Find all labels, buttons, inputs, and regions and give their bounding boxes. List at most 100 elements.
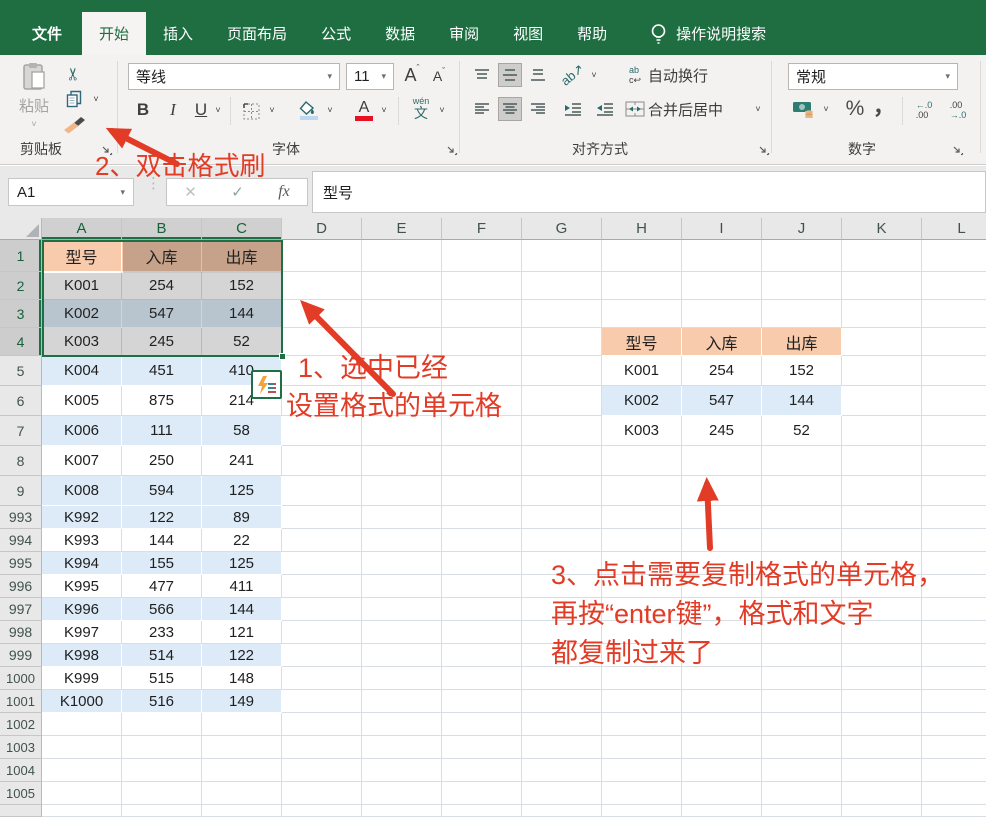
cell-J1001[interactable] (762, 690, 842, 713)
column-header-E[interactable]: E (362, 218, 442, 240)
cell-E1000[interactable] (362, 667, 442, 690)
cell-A1002[interactable] (42, 713, 122, 736)
cell-K1002[interactable] (842, 713, 922, 736)
cell-L5[interactable] (922, 356, 986, 386)
cell-I1003[interactable] (682, 736, 762, 759)
cell-H3[interactable] (602, 300, 682, 328)
cell-A997[interactable]: K996 (42, 598, 122, 621)
cell-I993[interactable] (682, 506, 762, 529)
column-header-I[interactable]: I (682, 218, 762, 240)
cell-G6[interactable] (522, 386, 602, 416)
cell-C996[interactable]: 411 (202, 575, 282, 598)
cell-K5[interactable] (842, 356, 922, 386)
cell-A1000[interactable]: K999 (42, 667, 122, 690)
cell-G7[interactable] (522, 416, 602, 446)
cell-B1001[interactable]: 516 (122, 690, 202, 713)
cell-A994[interactable]: K993 (42, 529, 122, 552)
cell-Lx[interactable] (922, 805, 986, 817)
row-header-9[interactable]: 9 (0, 476, 42, 506)
cancel-icon[interactable]: ✕ (184, 183, 197, 201)
cell-F1001[interactable] (442, 690, 522, 713)
cell-K1004[interactable] (842, 759, 922, 782)
cell-K1001[interactable] (842, 690, 922, 713)
cell-B1004[interactable] (122, 759, 202, 782)
cell-H1003[interactable] (602, 736, 682, 759)
cell-B7[interactable]: 111 (122, 416, 202, 446)
cell-G1005[interactable] (522, 782, 602, 805)
cell-F1[interactable] (442, 240, 522, 272)
row-header-996[interactable]: 996 (0, 575, 42, 598)
align-center-button[interactable] (498, 97, 522, 121)
cell-B1002[interactable] (122, 713, 202, 736)
cell-G993[interactable] (522, 506, 602, 529)
cell-B993[interactable]: 122 (122, 506, 202, 529)
cell-I9[interactable] (682, 476, 762, 506)
number-dialog-launcher-icon[interactable] (952, 145, 964, 157)
cell-J1[interactable] (762, 240, 842, 272)
cell-G5[interactable] (522, 356, 602, 386)
row-header-993[interactable]: 993 (0, 506, 42, 529)
cell-C8[interactable]: 241 (202, 446, 282, 476)
cell-Gx[interactable] (522, 805, 602, 817)
cell-Kx[interactable] (842, 805, 922, 817)
menu-tab-6[interactable]: 数据 (368, 12, 432, 55)
row-header-1[interactable]: 1 (0, 240, 42, 272)
cell-F996[interactable] (442, 575, 522, 598)
cell-A5[interactable]: K004 (42, 356, 122, 386)
cell-E996[interactable] (362, 575, 442, 598)
cell-Ax[interactable] (42, 805, 122, 817)
cell-H5[interactable]: K001 (602, 356, 682, 386)
cell-A1[interactable]: 型号 (42, 240, 122, 272)
cell-J7[interactable]: 52 (762, 416, 842, 446)
cell-I1004[interactable] (682, 759, 762, 782)
menu-tab-7[interactable]: 审阅 (432, 12, 496, 55)
cell-A995[interactable]: K994 (42, 552, 122, 575)
cell-L993[interactable] (922, 506, 986, 529)
cell-A1005[interactable] (42, 782, 122, 805)
cell-F998[interactable] (442, 621, 522, 644)
cell-D1004[interactable] (282, 759, 362, 782)
cell-B9[interactable]: 594 (122, 476, 202, 506)
cell-D1005[interactable] (282, 782, 362, 805)
cell-E9[interactable] (362, 476, 442, 506)
underline-button[interactable]: U (190, 97, 212, 123)
cell-Fx[interactable] (442, 805, 522, 817)
cell-I2[interactable] (682, 272, 762, 300)
cell-J2[interactable] (762, 272, 842, 300)
cell-G8[interactable] (522, 446, 602, 476)
cell-L4[interactable] (922, 328, 986, 356)
column-header-H[interactable]: H (602, 218, 682, 240)
name-box-dropdown-icon[interactable]: ▾ (120, 187, 125, 198)
cell-D8[interactable] (282, 446, 362, 476)
cell-H1005[interactable] (602, 782, 682, 805)
cell-A1003[interactable] (42, 736, 122, 759)
font-color-dropdown-icon[interactable]: ˅ (378, 104, 390, 116)
cell-Ex[interactable] (362, 805, 442, 817)
cell-G3[interactable] (522, 300, 602, 328)
cell-L6[interactable] (922, 386, 986, 416)
cell-H2[interactable] (602, 272, 682, 300)
cell-K1[interactable] (842, 240, 922, 272)
increase-font-button[interactable]: Aˆ (400, 62, 424, 88)
column-header-F[interactable]: F (442, 218, 522, 240)
cell-B996[interactable]: 477 (122, 575, 202, 598)
row-header-7[interactable]: 7 (0, 416, 42, 446)
cell-K1003[interactable] (842, 736, 922, 759)
cell-J5[interactable]: 152 (762, 356, 842, 386)
cell-J3[interactable] (762, 300, 842, 328)
cell-L2[interactable] (922, 272, 986, 300)
cell-H7[interactable]: K003 (602, 416, 682, 446)
cell-B6[interactable]: 875 (122, 386, 202, 416)
comma-style-button[interactable]: ， (874, 91, 894, 119)
accounting-dropdown-icon[interactable]: ˅ (820, 103, 832, 115)
cell-F997[interactable] (442, 598, 522, 621)
cell-C9[interactable]: 125 (202, 476, 282, 506)
cell-A7[interactable]: K006 (42, 416, 122, 446)
accounting-format-button[interactable] (790, 97, 818, 121)
cell-H6[interactable]: K002 (602, 386, 682, 416)
column-header-D[interactable]: D (282, 218, 362, 240)
cell-I8[interactable] (682, 446, 762, 476)
fill-color-button[interactable] (296, 97, 322, 123)
cell-B1000[interactable]: 515 (122, 667, 202, 690)
cell-C1000[interactable]: 148 (202, 667, 282, 690)
